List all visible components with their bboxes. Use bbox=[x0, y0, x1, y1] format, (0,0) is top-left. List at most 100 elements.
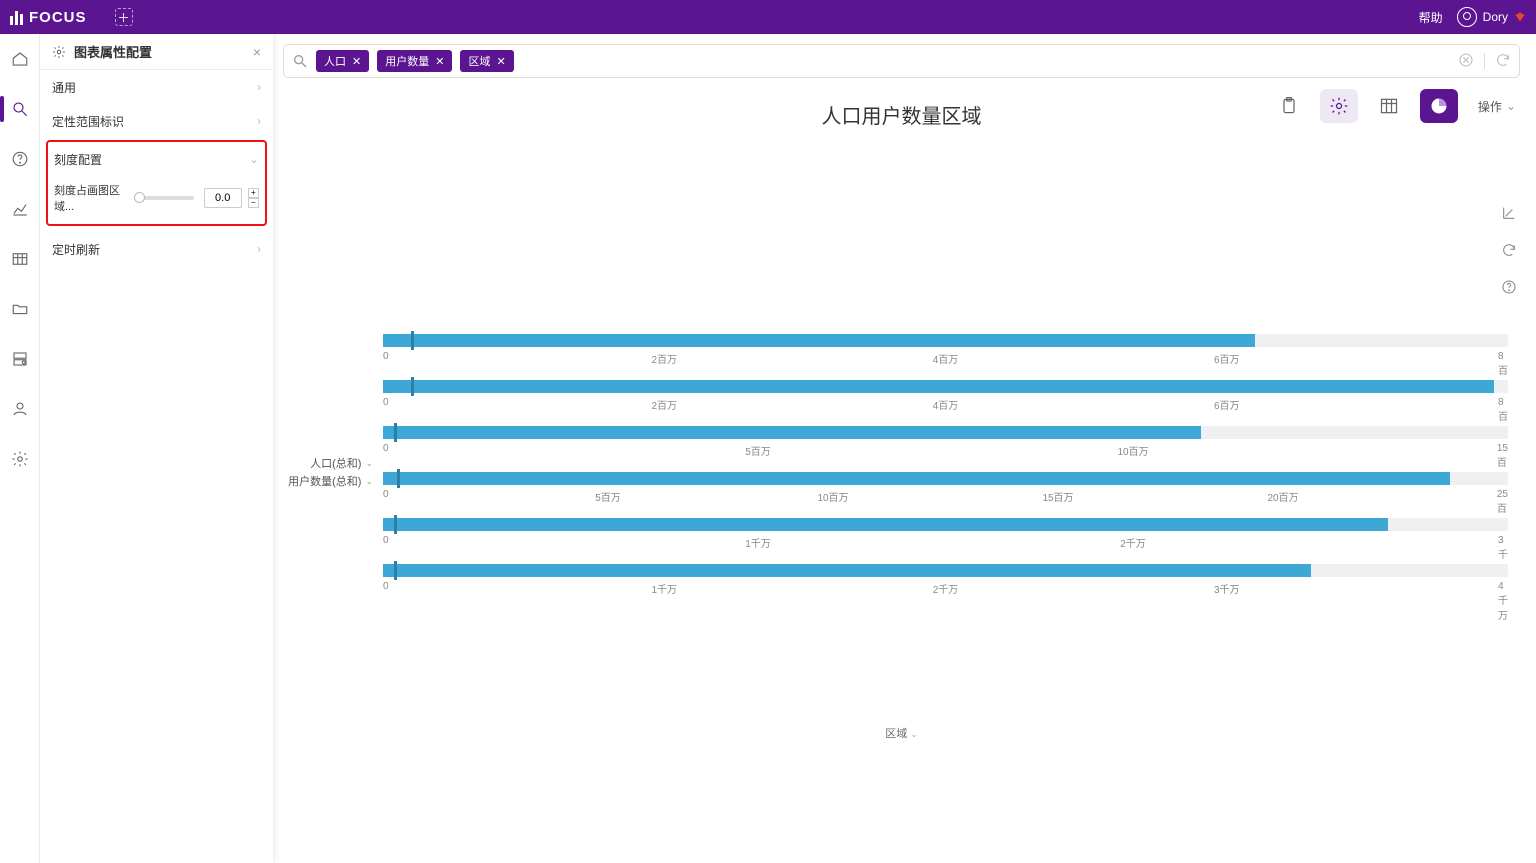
axis-tick: 0 bbox=[383, 397, 389, 408]
scale-slider[interactable] bbox=[134, 196, 194, 200]
axis-tick: 2千万 bbox=[1120, 535, 1146, 550]
brand: FOCUS bbox=[10, 9, 87, 26]
bar-fill[interactable] bbox=[383, 380, 1494, 393]
clear-query-icon[interactable] bbox=[1458, 52, 1474, 71]
axis-tick: 5百万 bbox=[745, 443, 771, 458]
pill-remove-icon[interactable]: ✕ bbox=[352, 55, 361, 68]
axis-tick: 10百万 bbox=[1117, 443, 1148, 458]
query-bar[interactable]: 人口 ✕ 用户数量 ✕ 区域 ✕ bbox=[283, 44, 1520, 78]
chevron-down-icon: ⌄ bbox=[249, 152, 259, 166]
scale-value-input[interactable] bbox=[204, 188, 242, 208]
chevron-down-icon: ⌄ bbox=[365, 476, 373, 487]
axis-tick: 2百万 bbox=[651, 351, 677, 366]
axis-tick: 0 bbox=[383, 581, 389, 592]
axis-tick: 3千万 bbox=[1214, 581, 1240, 596]
pill-label: 区域 bbox=[468, 53, 490, 69]
toolbar-chart-view[interactable] bbox=[1420, 89, 1458, 123]
toolbar-clipboard[interactable] bbox=[1270, 89, 1308, 123]
chevron-down-icon: ⌄ bbox=[910, 729, 918, 739]
chart-help-icon[interactable] bbox=[1501, 279, 1517, 298]
query-pill-1[interactable]: 用户数量 ✕ bbox=[377, 50, 452, 72]
bar-axis: 02百万4百万6百万8百万 bbox=[383, 351, 1508, 367]
y-label-1[interactable]: 用户数量(总和)⌄ bbox=[283, 472, 373, 490]
axis-tick: 4百万 bbox=[933, 397, 959, 412]
bar-row: 02百万4百万6百万8百万 bbox=[383, 375, 1508, 421]
scale-area-label: 刻度占画图区域... bbox=[54, 182, 124, 214]
section-scale-header[interactable]: 刻度配置 ⌄ bbox=[48, 142, 265, 176]
bar-mark bbox=[394, 515, 397, 534]
nav-settings[interactable] bbox=[0, 444, 40, 474]
nav-search[interactable] bbox=[0, 94, 40, 124]
bar-mark bbox=[394, 561, 397, 580]
operate-label: 操作 bbox=[1478, 98, 1502, 115]
axis-tick: 4千万 bbox=[1498, 581, 1508, 622]
config-panel: 图表属性配置 × 通用 › 定性范围标识 › 刻度配置 ⌄ 刻度占画图区域...… bbox=[40, 34, 273, 863]
axis-tick: 5百万 bbox=[595, 489, 621, 504]
axis-tick: 1千万 bbox=[651, 581, 677, 596]
refresh-chart-icon[interactable] bbox=[1501, 242, 1517, 261]
bar-fill[interactable] bbox=[383, 426, 1201, 439]
section-range-marker[interactable]: 定性范围标识 › bbox=[40, 104, 273, 138]
chevron-right-icon: › bbox=[257, 80, 261, 94]
edit-axis-icon[interactable] bbox=[1501, 205, 1517, 224]
bar-fill[interactable] bbox=[383, 518, 1388, 531]
bar-mark bbox=[411, 377, 414, 396]
nav-home[interactable] bbox=[0, 44, 40, 74]
bar-fill[interactable] bbox=[383, 472, 1450, 485]
pill-label: 用户数量 bbox=[385, 53, 429, 69]
nav-table[interactable] bbox=[0, 244, 40, 274]
close-icon[interactable]: × bbox=[253, 44, 261, 60]
bar-fill[interactable] bbox=[383, 334, 1255, 347]
pill-label: 人口 bbox=[324, 53, 346, 69]
nav-resource[interactable] bbox=[0, 344, 40, 374]
pill-remove-icon[interactable]: ✕ bbox=[496, 55, 505, 68]
axis-tick: 0 bbox=[383, 535, 389, 546]
nav-chart[interactable] bbox=[0, 194, 40, 224]
chart-side-tools bbox=[1494, 205, 1524, 298]
nav-help[interactable] bbox=[0, 144, 40, 174]
axis-tick: 0 bbox=[383, 351, 389, 362]
query-pill-0[interactable]: 人口 ✕ bbox=[316, 50, 369, 72]
section-general[interactable]: 通用 › bbox=[40, 70, 273, 104]
chart-zone: 人口(总和)⌄ 用户数量(总和)⌄ 02百万4百万6百万8百万02百万4百万6百… bbox=[283, 149, 1520, 769]
axis-tick: 10百万 bbox=[817, 489, 848, 504]
axis-tick: 0 bbox=[383, 443, 389, 454]
chevron-down-icon: ⌄ bbox=[1506, 99, 1516, 113]
bar-axis: 02百万4百万6百万8百万 bbox=[383, 397, 1508, 413]
toolbar-table-view[interactable] bbox=[1370, 89, 1408, 123]
scale-spinner: + − bbox=[248, 188, 259, 208]
separator bbox=[1484, 53, 1485, 69]
chart-bars: 02百万4百万6百万8百万02百万4百万6百万8百万05百万10百万15百万05… bbox=[383, 329, 1508, 605]
avatar-icon bbox=[1457, 7, 1477, 27]
x-axis-label[interactable]: 区域⌄ bbox=[283, 725, 1520, 741]
logo-icon bbox=[10, 9, 23, 25]
operate-menu[interactable]: 操作 ⌄ bbox=[1478, 98, 1516, 115]
axis-tick: 4百万 bbox=[933, 351, 959, 366]
nav-user[interactable] bbox=[0, 394, 40, 424]
add-tab-button[interactable]: ＋ bbox=[115, 8, 133, 26]
y-axis-labels: 人口(总和)⌄ 用户数量(总和)⌄ bbox=[283, 454, 373, 490]
gear-icon bbox=[52, 45, 66, 59]
toolbar-settings[interactable] bbox=[1320, 89, 1358, 123]
section-refresh-label: 定时刷新 bbox=[52, 241, 100, 258]
search-icon bbox=[292, 53, 308, 69]
user-menu[interactable]: Dory bbox=[1457, 7, 1526, 27]
bar-row: 05百万10百万15百万20百万25百万 bbox=[383, 467, 1508, 513]
scale-decrement[interactable]: − bbox=[248, 198, 259, 208]
nav-rail bbox=[0, 34, 40, 863]
bar-row: 01千万2千万3千万 bbox=[383, 513, 1508, 559]
pill-remove-icon[interactable]: ✕ bbox=[435, 55, 444, 68]
axis-tick: 2千万 bbox=[933, 581, 959, 596]
section-scale-group: 刻度配置 ⌄ 刻度占画图区域... + − bbox=[46, 140, 267, 226]
bar-fill[interactable] bbox=[383, 564, 1311, 577]
axis-tick: 6百万 bbox=[1214, 351, 1240, 366]
section-refresh[interactable]: 定时刷新 › bbox=[40, 232, 273, 266]
bar-row: 02百万4百万6百万8百万 bbox=[383, 329, 1508, 375]
help-link[interactable]: 帮助 bbox=[1419, 9, 1443, 26]
scale-increment[interactable]: + bbox=[248, 188, 259, 198]
query-pill-2[interactable]: 区域 ✕ bbox=[460, 50, 513, 72]
axis-tick: 15百万 bbox=[1042, 489, 1073, 504]
refresh-query-icon[interactable] bbox=[1495, 52, 1511, 71]
y-label-0[interactable]: 人口(总和)⌄ bbox=[283, 454, 373, 472]
nav-folder[interactable] bbox=[0, 294, 40, 324]
